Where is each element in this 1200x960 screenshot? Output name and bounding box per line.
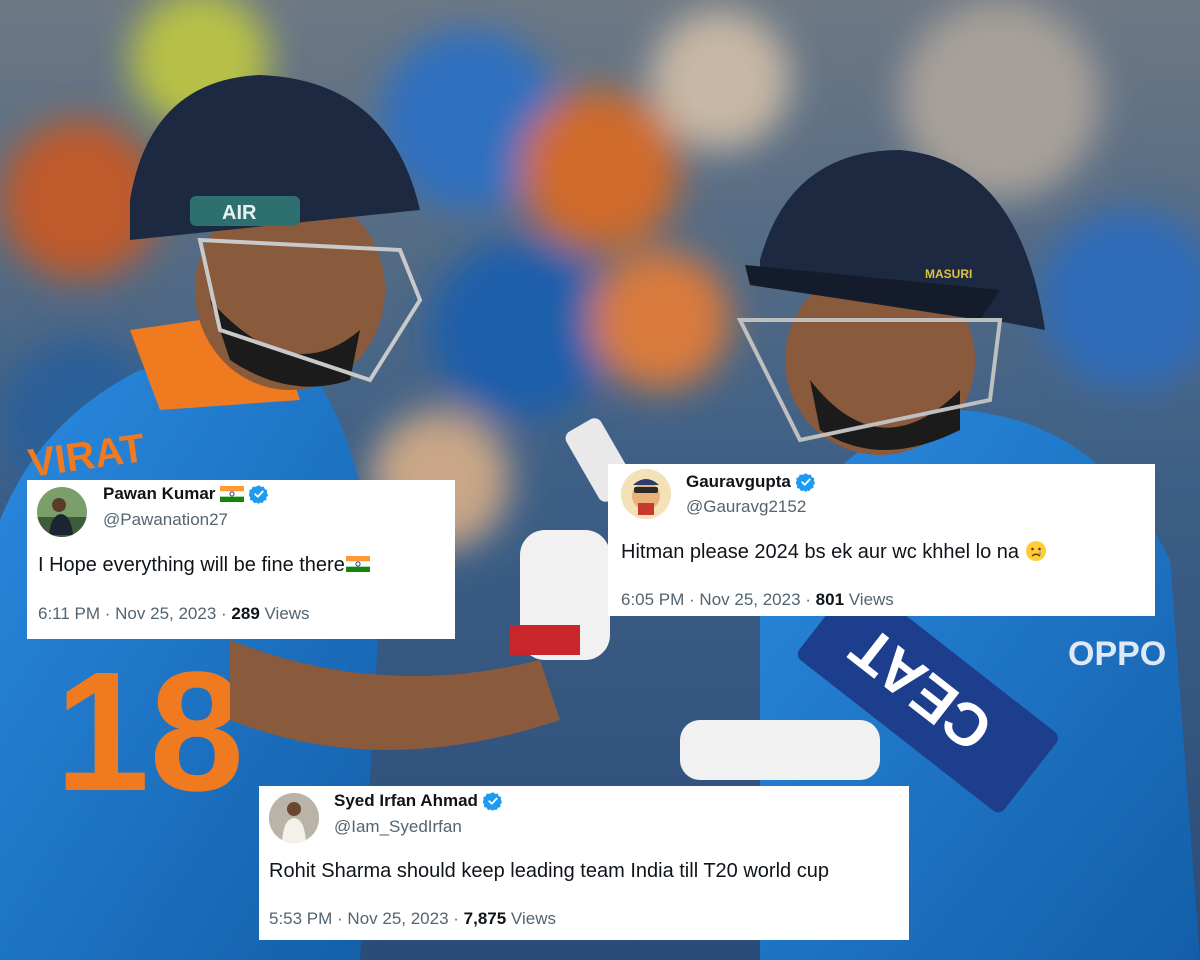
tweet-card-syed-irfan-ahmad[interactable]: Syed Irfan Ahmad @Iam_SyedIrfan Rohit Sh…	[259, 786, 909, 940]
svg-text:OPPO: OPPO	[1068, 635, 1166, 673]
avatar[interactable]	[269, 793, 319, 843]
author-row: Pawan Kumar	[103, 484, 269, 504]
author-row: Gauravgupta	[686, 472, 816, 492]
views-label: Views	[506, 909, 556, 928]
timestamp[interactable]: 5:53 PM · Nov 25, 2023 ·	[269, 909, 464, 928]
tweet-text: I Hope everything will be fine there	[38, 554, 370, 577]
views-count: 289	[231, 604, 260, 623]
tweet-text-content: Hitman please 2024 bs ek aur wc khhel lo…	[621, 541, 1020, 563]
verified-badge-icon	[482, 792, 503, 811]
tweet-card-gauravgupta[interactable]: Gauravgupta @Gauravg2152 Hitman please 2…	[608, 464, 1155, 616]
views-count: 7,875	[463, 909, 507, 928]
svg-text:18: 18	[55, 637, 244, 827]
views-label: Views	[844, 590, 894, 609]
tweet-meta: 6:11 PM · Nov 25, 2023 · 289 Views	[38, 604, 310, 624]
verified-badge-icon	[249, 485, 269, 504]
views-count: 801	[815, 590, 845, 609]
svg-text:AIR: AIR	[222, 202, 257, 224]
crying-face-emoji	[1025, 541, 1046, 561]
avatar[interactable]	[621, 469, 671, 519]
views-label: Views	[259, 604, 310, 623]
author-handle[interactable]: @Pawanation27	[103, 510, 228, 530]
india-flag-icon	[345, 556, 370, 572]
author-name[interactable]: Pawan Kumar	[103, 484, 215, 504]
tweet-card-pawan-kumar[interactable]: Pawan Kumar @Pawanation27 I Hope everyth…	[27, 480, 455, 639]
tweet-meta: 5:53 PM · Nov 25, 2023 · 7,875 Views	[269, 909, 556, 929]
author-name[interactable]: Gauravgupta	[686, 472, 791, 492]
author-handle[interactable]: @Gauravg2152	[686, 497, 806, 517]
verified-badge-icon	[795, 473, 816, 492]
tweet-text-content: Rohit Sharma should keep leading team In…	[269, 860, 829, 882]
tweet-meta: 6:05 PM · Nov 25, 2023 · 801 Views	[621, 590, 894, 610]
tweet-text: Hitman please 2024 bs ek aur wc khhel lo…	[621, 540, 1047, 564]
timestamp[interactable]: 6:11 PM · Nov 25, 2023 ·	[38, 604, 231, 623]
timestamp[interactable]: 6:05 PM · Nov 25, 2023 ·	[621, 590, 816, 609]
author-handle[interactable]: @Iam_SyedIrfan	[334, 817, 462, 837]
author-row: Syed Irfan Ahmad	[334, 791, 503, 811]
author-name[interactable]: Syed Irfan Ahmad	[334, 791, 478, 811]
india-flag-icon	[220, 486, 245, 502]
tweet-text-content: I Hope everything will be fine there	[38, 554, 345, 576]
svg-text:MASURI: MASURI	[925, 267, 972, 281]
tweet-text: Rohit Sharma should keep leading team In…	[269, 860, 829, 883]
avatar[interactable]	[37, 487, 87, 537]
